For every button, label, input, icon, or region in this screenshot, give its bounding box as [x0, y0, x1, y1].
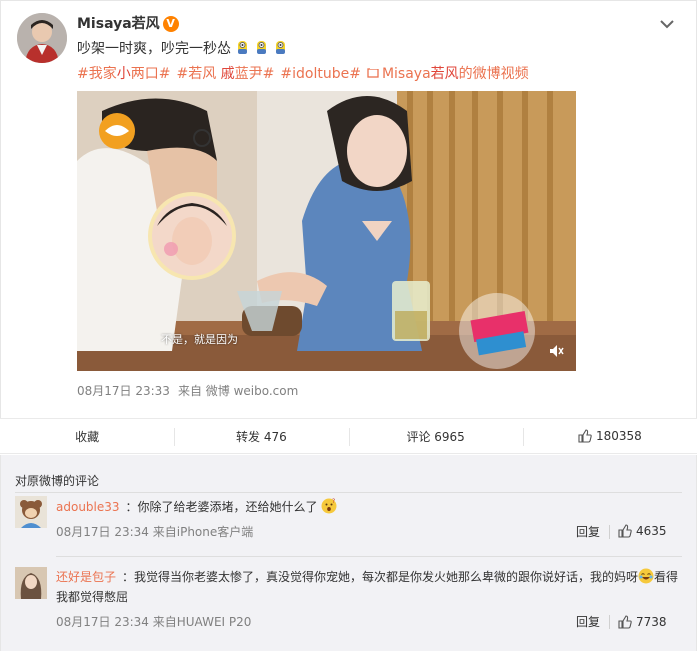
- comment-meta: 08月17日 23:34 来自HUAWEI P20: [56, 615, 252, 629]
- minion-emoji-icon: [238, 41, 247, 54]
- comment-avatar[interactable]: [15, 496, 47, 528]
- collect-label: 收藏: [75, 429, 100, 444]
- comment-like-button[interactable]: 4635: [618, 524, 667, 538]
- like-count: 180358: [595, 429, 642, 443]
- topic-text: Misaya: [381, 66, 431, 82]
- comment-avatar[interactable]: [15, 567, 47, 599]
- comment-body: adouble33 ：你除了给老婆添堵，还给她什么了 ?: [56, 497, 684, 517]
- comment-username[interactable]: adouble33: [56, 500, 120, 514]
- repost-label: 转发 476: [236, 429, 287, 444]
- topic-text: #我家: [77, 66, 117, 82]
- comment-like-button[interactable]: 7738: [618, 615, 667, 629]
- verified-icon: V: [162, 16, 179, 32]
- topic-text: 若风: [430, 66, 459, 82]
- comment-label: 评论 6965: [406, 429, 465, 444]
- post-source: 来自 微博 weibo.com: [177, 384, 299, 398]
- video-frame: [77, 91, 576, 371]
- post-username-text[interactable]: Misaya若风: [77, 16, 160, 32]
- post-meta: 08月17日 23:33 来自 微博 weibo.com: [77, 382, 306, 399]
- topic-link-idoltube[interactable]: #idoltube#: [280, 66, 361, 82]
- topic-link-ruofeng[interactable]: #若风 戚蓝尹#: [176, 66, 274, 82]
- thumbs-up-icon: [618, 615, 632, 629]
- user-avatar[interactable]: [17, 13, 67, 63]
- comment-body: 还好是包子 ：我觉得当你老婆太惨了，真没觉得你宠她，每次都是你发火她那么卑微的跟你…: [56, 567, 684, 607]
- video-subtitle: 不是，就是因为: [161, 333, 238, 346]
- topic-links: #我家小两口# #若风 戚蓝尹# #idoltube# Misaya若风的微博视频: [77, 63, 529, 83]
- comment-meta: 08月17日 23:34 来自iPhone客户端: [56, 525, 254, 539]
- comment-like-count: 7738: [636, 615, 667, 629]
- reply-button[interactable]: 回复: [576, 613, 600, 630]
- mute-icon[interactable]: [548, 344, 564, 358]
- topic-text: #若风: [176, 66, 217, 82]
- minion-emoji-icon: [276, 41, 285, 54]
- comment-like-count: 4635: [636, 524, 667, 538]
- action-bar: 收藏 转发 476 评论 6965 180358: [0, 418, 697, 454]
- video-player[interactable]: [77, 91, 576, 371]
- thumbs-up-icon: [578, 429, 592, 443]
- comments-section: 对原微博的评论 adouble33 ：你除了给老婆添堵，还给她什么了 ? 08月1…: [0, 455, 697, 651]
- thumbs-up-icon: [618, 524, 632, 538]
- weibo-post: Misaya若风 V 吵架一时爽，吵完一秒怂 #我家小两口# #若风 戚蓝尹# #id…: [0, 0, 697, 418]
- divider: [56, 556, 682, 557]
- comment-text: ：我觉得当你老婆太惨了，真没觉得你宠她，每次都是你发火她那么卑微的跟你说好话，我…: [122, 570, 639, 584]
- post-text: 吵架一时爽，吵完一秒怂: [77, 38, 288, 58]
- comment-username[interactable]: 还好是包子: [56, 570, 116, 584]
- post-text-content: 吵架一时爽，吵完一秒怂: [77, 41, 231, 57]
- topic-text: 小: [116, 66, 131, 82]
- topic-text: 两口#: [130, 66, 171, 82]
- post-username[interactable]: Misaya若风 V: [77, 13, 179, 33]
- like-button[interactable]: 180358: [522, 419, 697, 453]
- topic-text: 的微博视频: [458, 66, 529, 82]
- svg-text:?: ?: [332, 498, 335, 505]
- separator: [609, 525, 610, 539]
- topic-text: 戚: [220, 66, 235, 82]
- link-icon: [367, 67, 380, 78]
- separator: [609, 615, 610, 629]
- repost-button[interactable]: 转发 476: [174, 419, 348, 453]
- comment-button[interactable]: 评论 6965: [348, 419, 523, 453]
- chevron-down-icon[interactable]: [658, 15, 676, 33]
- divider: [15, 492, 682, 493]
- topic-link-wojia[interactable]: #我家小两口#: [77, 66, 170, 82]
- surprised-emoji-icon: ?: [321, 498, 337, 514]
- comments-header: 对原微博的评论: [15, 474, 100, 488]
- post-time[interactable]: 08月17日 23:33: [77, 384, 170, 398]
- topic-text: 蓝尹#: [234, 66, 275, 82]
- collect-button[interactable]: 收藏: [0, 419, 174, 453]
- reply-button[interactable]: 回复: [576, 523, 600, 540]
- video-source-link[interactable]: Misaya若风的微博视频: [367, 66, 529, 82]
- comment-text: ：你除了给老婆添堵，还给她什么了: [125, 500, 318, 514]
- minion-emoji-icon: [257, 41, 266, 54]
- laughing-emoji-icon: [638, 568, 654, 584]
